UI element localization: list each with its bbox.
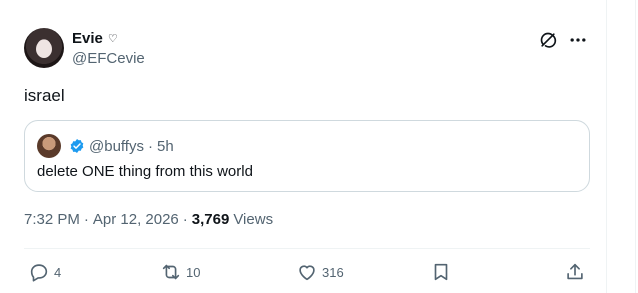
- bookmark-icon: [434, 263, 448, 281]
- avatar[interactable]: [24, 28, 64, 68]
- reply-count: 4: [54, 264, 62, 280]
- share-button[interactable]: [564, 258, 586, 286]
- action-bar: 4 10 316: [24, 258, 590, 286]
- top-actions: [538, 30, 588, 50]
- repost-icon: [162, 264, 180, 280]
- quote-text: delete ONE thing from this world: [37, 163, 253, 180]
- post-time[interactable]: 7:32 PM: [24, 211, 80, 228]
- repost-count: 10: [186, 264, 201, 280]
- heart-icon: ♡: [107, 33, 118, 45]
- like-count: 316: [322, 264, 344, 280]
- more-icon[interactable]: [568, 30, 588, 50]
- column-border: [606, 0, 607, 293]
- reply-icon: [30, 264, 48, 282]
- name-row: Evie ♡: [72, 30, 145, 47]
- quote-avatar[interactable]: [37, 134, 61, 158]
- like-icon: [299, 265, 315, 281]
- meta-separator: ·: [83, 211, 89, 228]
- display-name[interactable]: Evie: [72, 30, 103, 47]
- bookmark-button[interactable]: [430, 258, 452, 286]
- views-label: Views: [233, 211, 274, 228]
- share-icon: [567, 263, 583, 280]
- repost-button[interactable]: 10: [160, 258, 200, 286]
- tweet-text: israel: [24, 86, 65, 105]
- divider: [24, 248, 590, 249]
- user-handle[interactable]: @EFCevie: [72, 50, 145, 67]
- quote-handle[interactable]: @buffys: [89, 138, 144, 155]
- like-button[interactable]: 316: [296, 258, 344, 286]
- tweet-meta: 7:32 PM · Apr 12, 2026 · 3,769 Views: [24, 211, 273, 228]
- column-border-right: [635, 0, 636, 293]
- verified-icon: [70, 139, 84, 153]
- quote-header: @buffys · 5h: [37, 134, 174, 158]
- author-block: Evie ♡ @EFCevie: [72, 30, 145, 67]
- quote-time[interactable]: 5h: [157, 138, 174, 155]
- tweet: Evie ♡ @EFCevie israel @buffys · 5h dele…: [0, 0, 606, 293]
- quoted-tweet[interactable]: @buffys · 5h delete ONE thing from this …: [24, 120, 590, 192]
- grok-icon[interactable]: [538, 30, 558, 50]
- quote-separator: ·: [147, 137, 153, 155]
- meta-separator: ·: [182, 211, 188, 228]
- reply-button[interactable]: 4: [28, 258, 61, 286]
- post-date[interactable]: Apr 12, 2026: [93, 211, 179, 228]
- views-count: 3,769: [191, 211, 230, 228]
